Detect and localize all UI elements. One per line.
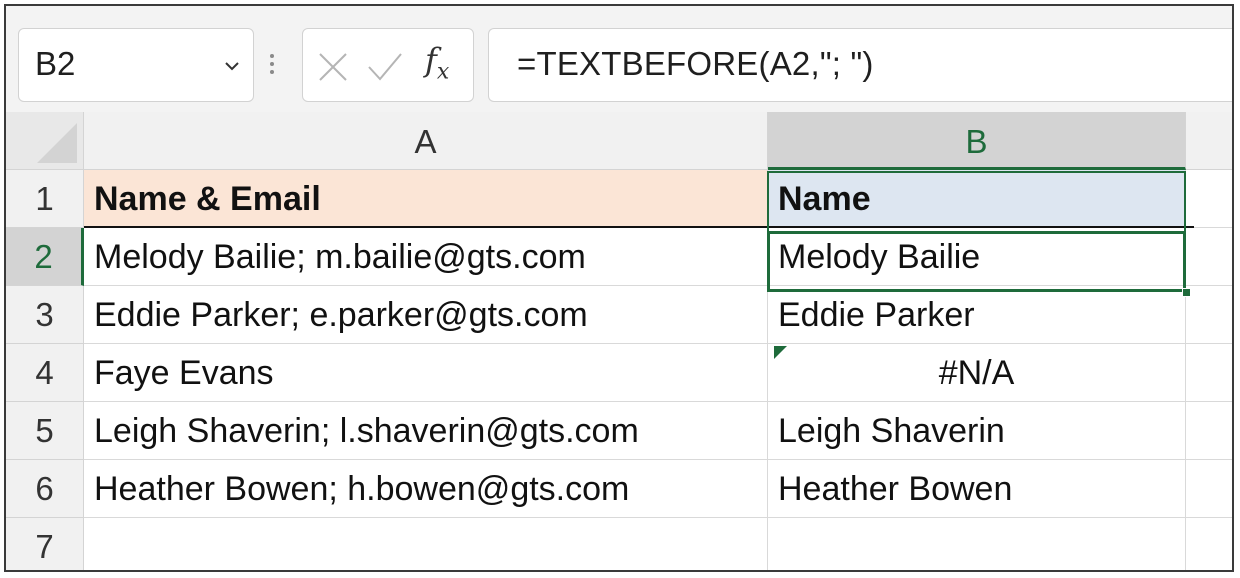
- cell-a6[interactable]: Heather Bowen; h.bowen@gts.com: [84, 460, 768, 518]
- cell-b7[interactable]: [768, 518, 1186, 570]
- column-header-a[interactable]: A: [84, 112, 768, 170]
- cell-b5[interactable]: Leigh Shaverin: [768, 402, 1186, 460]
- close-icon[interactable]: [317, 51, 349, 83]
- row-header-7[interactable]: 7: [6, 518, 84, 570]
- select-all-button[interactable]: [6, 112, 84, 170]
- row-header-1[interactable]: 1: [6, 170, 84, 228]
- cell-c6[interactable]: [1186, 460, 1232, 518]
- cell-a7[interactable]: [84, 518, 768, 570]
- formula-bar: B2 fx =TEXTBEFORE(A2,"; "): [6, 6, 1232, 112]
- cell-b2[interactable]: Melody Bailie: [768, 228, 1186, 286]
- header-row-border: [84, 226, 1194, 228]
- name-box[interactable]: B2: [18, 28, 254, 102]
- name-box-value: B2: [35, 45, 76, 82]
- insert-function-icon[interactable]: fx: [425, 41, 449, 84]
- spreadsheet-window: B2 fx =TEXTBEFORE(A2,"; ") A B 1 2 3 4 5…: [4, 4, 1234, 572]
- cell-c1[interactable]: [1186, 170, 1232, 228]
- drag-handle-icon[interactable]: [270, 54, 274, 78]
- worksheet-grid: A B 1 2 3 4 5 6 7 Name & Email Name Melo…: [6, 112, 1232, 570]
- cell-b3[interactable]: Eddie Parker: [768, 286, 1186, 344]
- chevron-down-icon[interactable]: [225, 59, 239, 73]
- formula-buttons: fx: [302, 28, 474, 102]
- cell-b6[interactable]: Heather Bowen: [768, 460, 1186, 518]
- cell-a1[interactable]: Name & Email: [84, 170, 768, 228]
- column-header-b[interactable]: B: [768, 112, 1186, 170]
- cell-a2[interactable]: Melody Bailie; m.bailie@gts.com: [84, 228, 768, 286]
- fill-handle[interactable]: [1182, 288, 1191, 297]
- cell-c4[interactable]: [1186, 344, 1232, 402]
- cell-a3[interactable]: Eddie Parker; e.parker@gts.com: [84, 286, 768, 344]
- formula-text: =TEXTBEFORE(A2,"; "): [517, 45, 874, 82]
- cell-a4[interactable]: Faye Evans: [84, 344, 768, 402]
- check-icon[interactable]: [367, 51, 403, 83]
- formula-input[interactable]: =TEXTBEFORE(A2,"; "): [488, 28, 1232, 102]
- cell-a5[interactable]: Leigh Shaverin; l.shaverin@gts.com: [84, 402, 768, 460]
- row-header-4[interactable]: 4: [6, 344, 84, 402]
- cell-b1[interactable]: Name: [768, 170, 1186, 228]
- error-indicator-icon[interactable]: [774, 346, 787, 359]
- cell-c7[interactable]: [1186, 518, 1232, 570]
- cell-c3[interactable]: [1186, 286, 1232, 344]
- cell-b4[interactable]: #N/A: [768, 344, 1186, 402]
- cell-c5[interactable]: [1186, 402, 1232, 460]
- row-header-6[interactable]: 6: [6, 460, 84, 518]
- row-header-2[interactable]: 2: [6, 228, 84, 286]
- column-header-c[interactable]: [1186, 112, 1232, 170]
- row-header-3[interactable]: 3: [6, 286, 84, 344]
- cell-c2[interactable]: [1186, 228, 1232, 286]
- row-header-5[interactable]: 5: [6, 402, 84, 460]
